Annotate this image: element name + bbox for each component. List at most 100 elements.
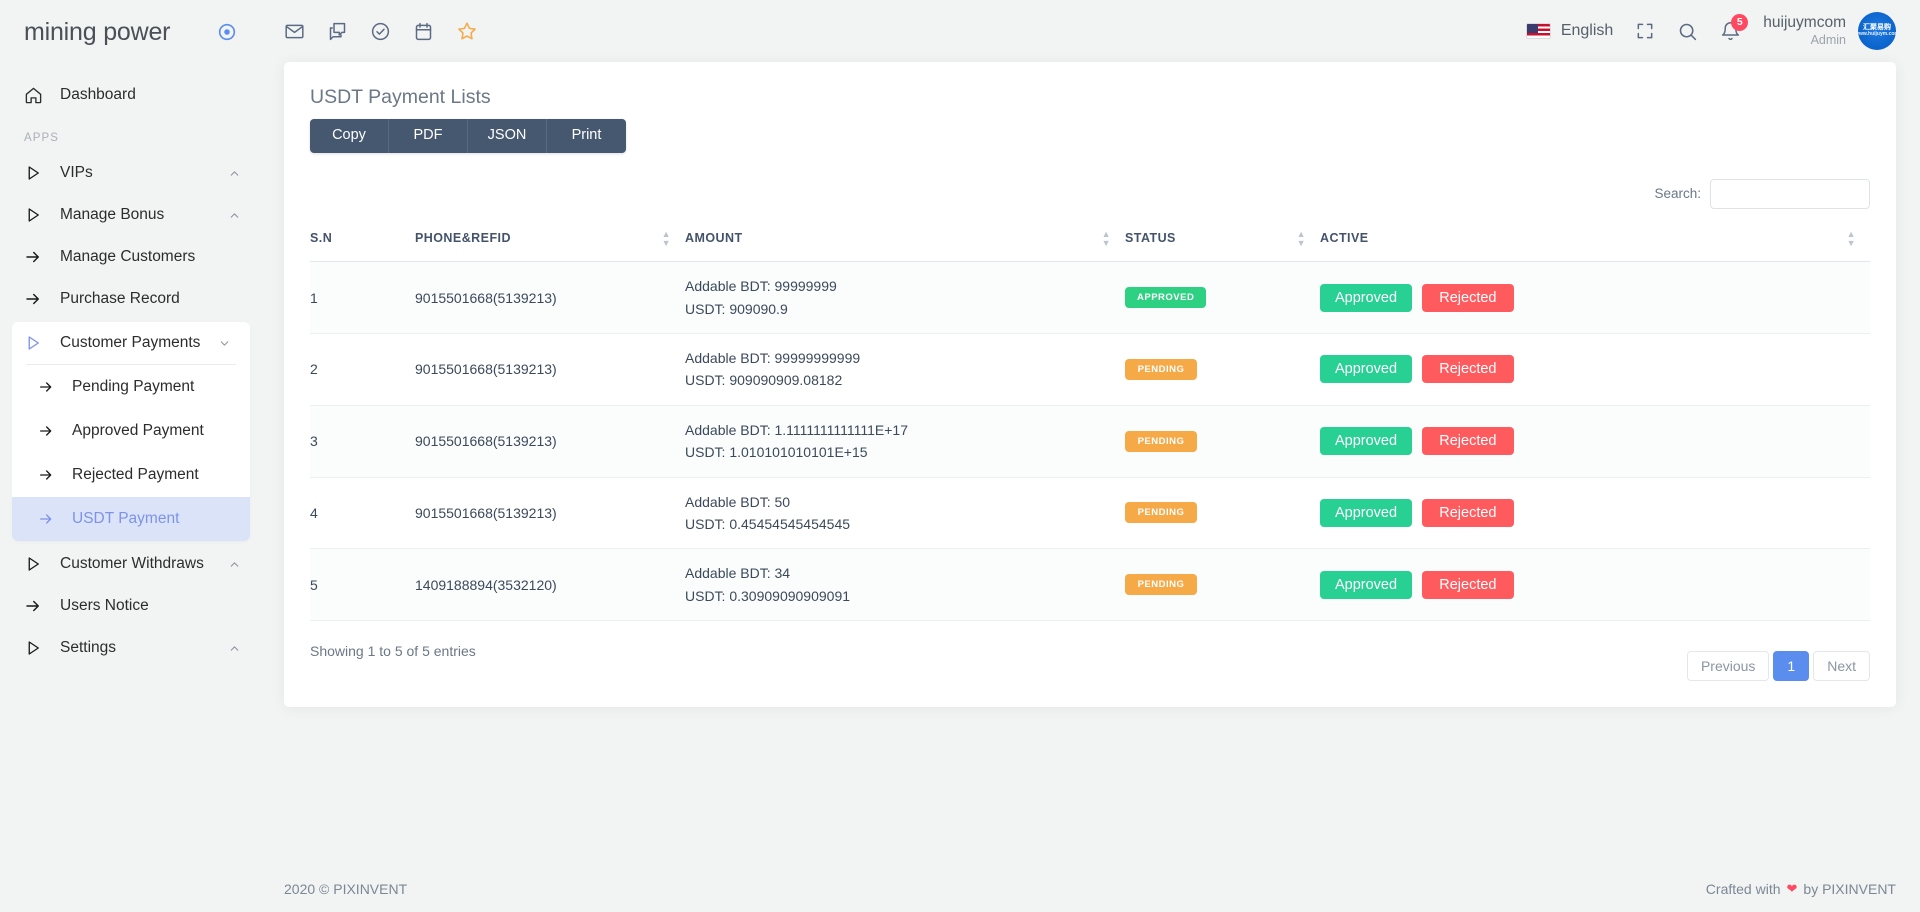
cell-amount: Addable BDT: 50 USDT: 0.45454545454545 [685, 477, 1125, 550]
user-meta: huijuymcom Admin [1763, 14, 1846, 48]
payments-table: S.N PHONE&REFID ▲ ▼ AMOUNT ▲ ▼ STATUS ▲ ▼ [310, 216, 1870, 622]
cell-sn: 3 [310, 405, 415, 478]
arrow-right-icon [36, 423, 56, 439]
user-role: Admin [1810, 32, 1846, 47]
column-label: ACTIVE [1320, 230, 1369, 245]
showing-entries: Showing 1 to 5 of 5 entries [310, 643, 476, 660]
reject-button[interactable]: Rejected [1421, 427, 1514, 456]
home-icon [22, 86, 44, 105]
column-header-active[interactable]: ACTIVE ▲ ▼ [1320, 216, 1870, 262]
chevron-up-icon[interactable] [228, 167, 242, 180]
arrow-right-icon [36, 379, 56, 395]
cell-active: Approved Rejected [1320, 262, 1870, 335]
user-menu[interactable]: huijuymcom Admin 汇聚易购 www.huijuym.com [1763, 12, 1896, 50]
sidebar-item-customer-payments[interactable]: Customer Payments [12, 322, 250, 364]
chevron-down-icon[interactable] [218, 337, 232, 350]
cell-phone-refid: 9015501668(5139213) [415, 262, 685, 335]
amount-usdt: USDT: 1.010101010101E+15 [685, 444, 868, 461]
table-header-row: S.N PHONE&REFID ▲ ▼ AMOUNT ▲ ▼ STATUS ▲ ▼ [310, 216, 1870, 262]
play-triangle-icon [22, 206, 44, 224]
sidebar-item-settings[interactable]: Settings [0, 627, 260, 669]
cell-sn: 2 [310, 333, 415, 406]
amount-usdt: USDT: 909090.9 [685, 300, 788, 317]
sidebar-item-usdt-payment[interactable]: USDT Payment [12, 497, 250, 541]
table-row: 3 9015501668(5139213) Addable BDT: 1.111… [310, 405, 1870, 478]
sidebar-brand[interactable]: mining power [0, 0, 260, 64]
arrow-right-icon [22, 290, 44, 308]
sidebar-item-label: Customer Payments [60, 334, 201, 351]
approve-button[interactable]: Approved [1320, 355, 1412, 384]
approve-button[interactable]: Approved [1320, 427, 1412, 456]
sidebar-item-dashboard[interactable]: Dashboard [0, 74, 260, 116]
amount-bdt: Addable BDT: 99999999 [685, 278, 837, 295]
sidebar-item-label: Users Notice [60, 597, 149, 614]
column-header-amount[interactable]: AMOUNT ▲ ▼ [685, 216, 1125, 262]
approve-button[interactable]: Approved [1320, 498, 1412, 527]
cell-active: Approved Rejected [1320, 405, 1870, 478]
cell-phone-refid: 9015501668(5139213) [415, 477, 685, 550]
reject-button[interactable]: Rejected [1421, 283, 1514, 312]
search-icon[interactable] [1677, 21, 1698, 42]
copy-button[interactable]: Copy [310, 119, 389, 153]
next-page-button[interactable]: Next [1813, 651, 1870, 682]
table-footer: Showing 1 to 5 of 5 entries Previous 1 N… [310, 643, 1870, 682]
sidebar-item-manage-customers[interactable]: Manage Customers [0, 236, 260, 278]
chat-bubbles-icon[interactable] [327, 21, 348, 42]
cell-status: PENDING [1125, 405, 1320, 478]
language-label: English [1560, 22, 1614, 39]
table-row: 4 9015501668(5139213) Addable BDT: 50 US… [310, 477, 1870, 550]
amount-usdt: USDT: 0.45454545454545 [685, 515, 851, 532]
cell-active: Approved Rejected [1320, 477, 1870, 550]
column-header-status[interactable]: STATUS ▲ ▼ [1125, 216, 1320, 262]
sidebar-item-rejected-payment[interactable]: Rejected Payment [12, 453, 250, 497]
print-button[interactable]: Print [547, 119, 626, 153]
check-circle-icon[interactable] [370, 21, 391, 42]
sidebar-item-label: USDT Payment [72, 510, 180, 527]
reject-button[interactable]: Rejected [1421, 570, 1514, 599]
search-input[interactable] [1710, 178, 1870, 209]
target-dot-icon[interactable] [216, 21, 238, 43]
approve-button[interactable]: Approved [1320, 283, 1412, 312]
sidebar-item-approved-payment[interactable]: Approved Payment [12, 409, 250, 453]
column-label: PHONE&REFID [415, 230, 511, 245]
chevron-up-icon[interactable] [228, 558, 242, 571]
mail-icon[interactable] [284, 21, 305, 42]
sidebar-item-label: Settings [60, 639, 117, 656]
sidebar-item-vips[interactable]: VIPs [0, 152, 260, 194]
reject-button[interactable]: Rejected [1421, 355, 1514, 384]
column-header-sn[interactable]: S.N [310, 216, 415, 262]
cell-status: PENDING [1125, 548, 1320, 622]
sidebar-item-users-notice[interactable]: Users Notice [0, 585, 260, 627]
footer-credit-prefix: Crafted with [1705, 881, 1781, 897]
fullscreen-icon[interactable] [1635, 21, 1655, 41]
language-selector[interactable]: English [1525, 22, 1614, 40]
previous-page-button[interactable]: Previous [1686, 651, 1770, 682]
reject-button[interactable]: Rejected [1421, 498, 1514, 527]
chevron-up-icon[interactable] [228, 209, 242, 222]
table-row: 1 9015501668(5139213) Addable BDT: 99999… [310, 262, 1870, 335]
table-row: 2 9015501668(5139213) Addable BDT: 99999… [310, 333, 1870, 406]
sidebar-item-pending-payment[interactable]: Pending Payment [12, 365, 250, 409]
chevron-up-icon[interactable] [228, 642, 242, 655]
status-badge: PENDING [1125, 502, 1197, 524]
calendar-icon[interactable] [413, 21, 434, 42]
pdf-button[interactable]: PDF [389, 119, 468, 153]
json-button[interactable]: JSON [468, 119, 547, 153]
sidebar-item-label: Dashboard [60, 86, 136, 103]
column-header-phone-refid[interactable]: PHONE&REFID ▲ ▼ [415, 216, 685, 262]
cell-active: Approved Rejected [1320, 548, 1870, 622]
us-flag-icon [1525, 23, 1551, 39]
page-1-button[interactable]: 1 [1773, 651, 1810, 682]
status-badge: PENDING [1125, 358, 1197, 380]
approve-button[interactable]: Approved [1320, 570, 1412, 599]
sidebar-item-customer-withdraws[interactable]: Customer Withdraws [0, 543, 260, 585]
avatar[interactable]: 汇聚易购 www.huijuym.com [1858, 12, 1896, 50]
column-label: AMOUNT [685, 230, 743, 245]
cell-sn: 1 [310, 262, 415, 335]
star-icon[interactable] [456, 20, 478, 42]
sidebar-item-manage-bonus[interactable]: Manage Bonus [0, 194, 260, 236]
cell-status: APPROVED [1125, 262, 1320, 335]
sidebar-item-purchase-record[interactable]: Purchase Record [0, 278, 260, 320]
notification-bell[interactable]: 5 [1720, 13, 1749, 42]
status-badge: APPROVED [1125, 287, 1207, 309]
